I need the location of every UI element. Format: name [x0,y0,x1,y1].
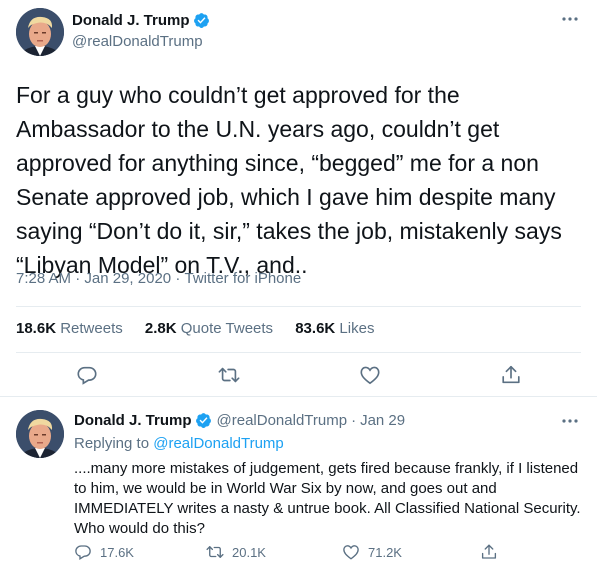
tweet-stats: 18.6K Retweets 2.8K Quote Tweets 83.6K L… [16,320,392,337]
main-tweet: Donald J. Trump @realDonaldTrump For a g… [0,0,597,397]
like-icon [343,545,359,560]
verified-badge-icon [193,12,210,29]
meta-separator: · [175,270,181,287]
tweet-text: For a guy who couldn’t get approved for … [16,82,562,278]
share-action[interactable] [480,543,506,561]
author-row: Donald J. Trump [72,12,210,29]
tweet-source[interactable]: Twitter for iPhone [184,270,301,287]
like-icon[interactable] [359,364,381,386]
author-name[interactable]: Donald J. Trump [72,12,190,29]
retweet-icon[interactable] [218,364,240,386]
meta-separator: · [75,270,81,287]
more-options-icon[interactable] [561,10,579,28]
tweet-time[interactable]: 7:28 AM [16,270,71,287]
author-handle[interactable]: @realDonaldTrump [217,412,348,429]
retweets-label: Retweets [60,320,123,337]
replying-handle-link[interactable]: @realDonaldTrump [153,435,284,452]
replying-to: Replying to @realDonaldTrump [74,435,284,452]
reply-icon [75,545,91,560]
reply-icon[interactable] [76,364,98,386]
likes-count: 83.6K [295,320,336,337]
retweet-count: 20.1K [232,544,266,560]
quotes-label: Quote Tweets [180,320,274,337]
reply-action[interactable]: 17.6K [74,543,134,561]
reply-text: ....many more mistakes of judgement, get… [74,460,581,537]
tweet-meta: 7:28 AM · Jan 29, 2020 · Twitter for iPh… [16,270,301,287]
divider [16,306,581,307]
author-handle[interactable]: @realDonaldTrump [72,33,203,50]
share-icon [481,544,497,559]
retweets-count: 18.6K [16,320,57,337]
meta-separator: · [351,412,357,429]
replying-prefix: Replying to [74,435,150,452]
quotes-count: 2.8K [144,320,177,337]
like-count: 71.2K [368,544,402,560]
retweet-icon [206,546,224,558]
verified-badge-icon [195,412,212,429]
retweet-action[interactable]: 20.1K [206,543,266,561]
avatar[interactable] [16,410,64,458]
quotes-stat[interactable]: 2.8K Quote Tweets [145,320,273,337]
reply-tweet[interactable]: Donald J. Trump @realDonaldTrump · Jan 2… [0,398,597,575]
tweet-actions [0,364,597,390]
reply-count: 17.6K [100,544,134,560]
likes-label: Likes [339,320,375,337]
author-name[interactable]: Donald J. Trump [74,412,192,429]
share-icon[interactable] [500,364,522,386]
tweet-date[interactable]: Jan 29, 2020 [84,270,171,287]
reply-author-row: Donald J. Trump @realDonaldTrump · Jan 2… [74,412,405,429]
like-action[interactable]: 71.2K [342,543,402,561]
more-options-icon[interactable] [561,412,579,430]
retweets-stat[interactable]: 18.6K Retweets [16,320,123,337]
likes-stat[interactable]: 83.6K Likes [295,320,374,337]
divider [16,352,581,353]
tweet-date[interactable]: Jan 29 [360,412,405,429]
reply-actions: 17.6K 20.1K 71.2K [74,543,574,563]
avatar[interactable] [16,8,64,56]
